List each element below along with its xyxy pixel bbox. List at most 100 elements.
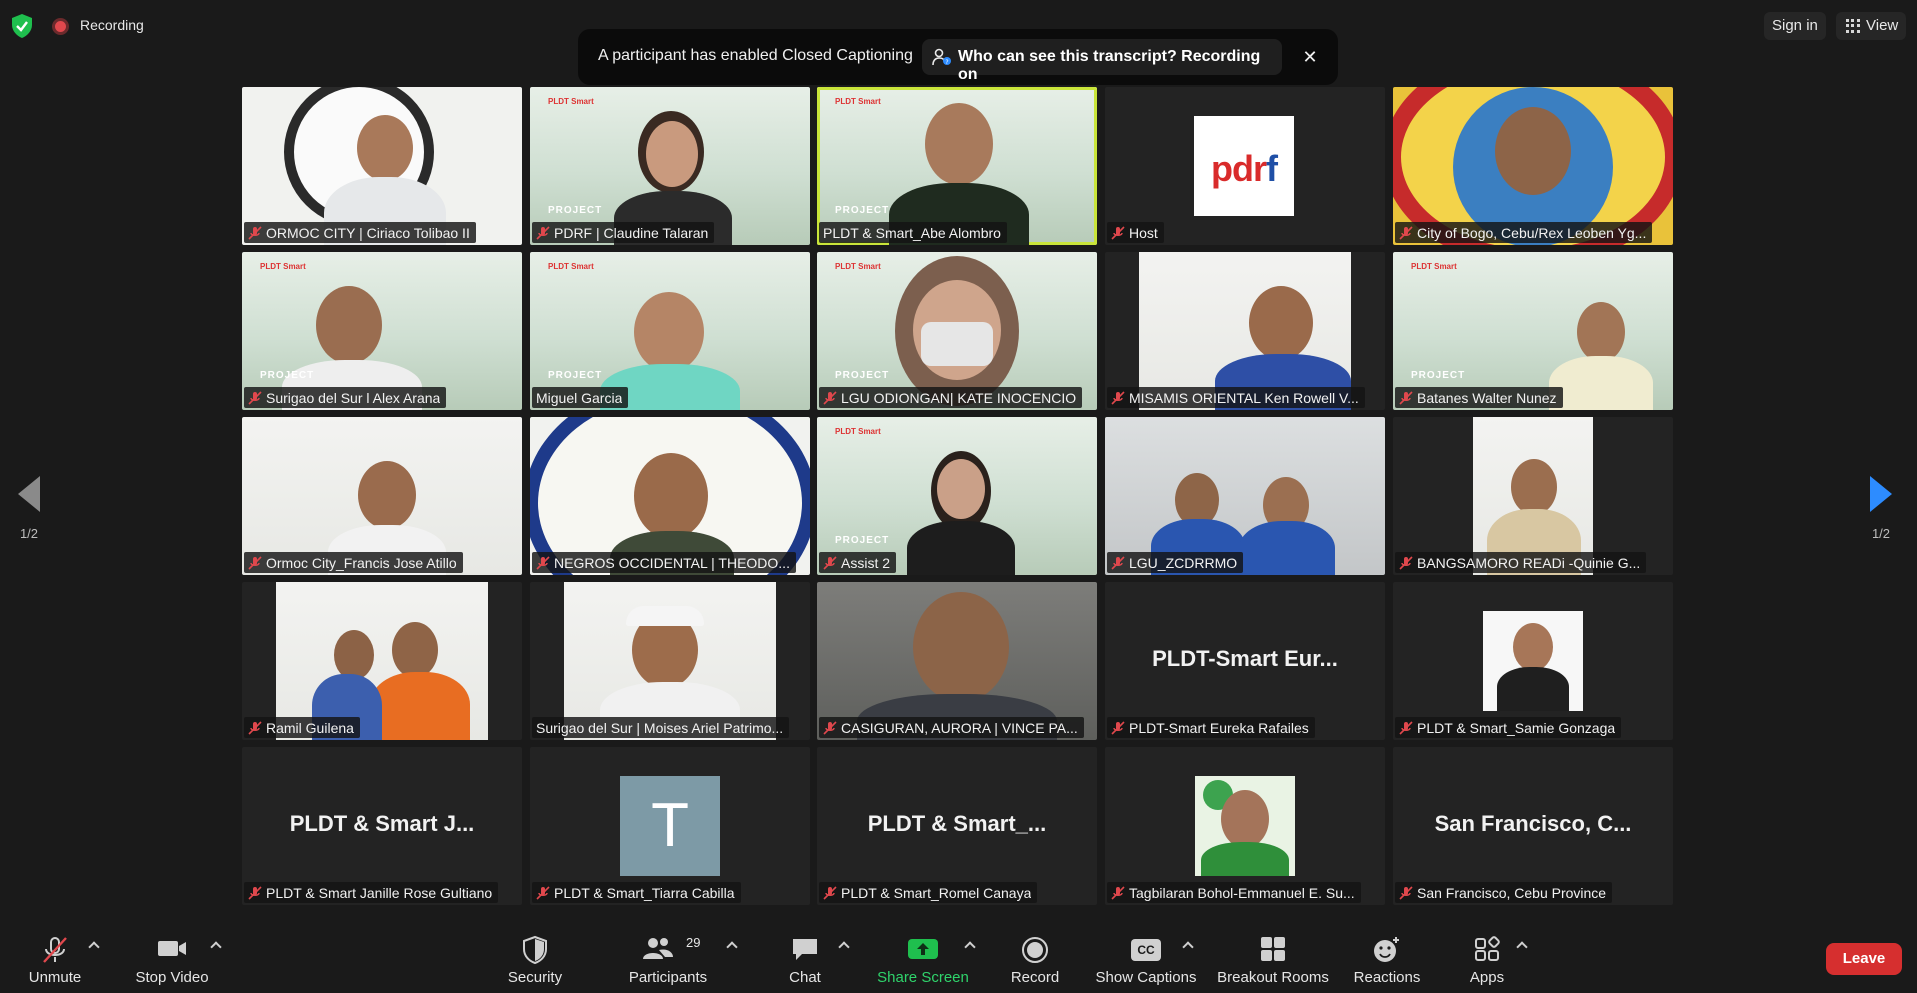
participant-tile[interactable]: ORMOC CITY | Ciriaco Tolibao II xyxy=(242,87,522,245)
muted-microphone-icon xyxy=(248,225,262,240)
participant-tile[interactable]: NEGROS OCCIDENTAL | THEODO... xyxy=(530,417,810,575)
record-icon xyxy=(1022,937,1048,963)
transcript-info-button[interactable]: ? Who can see this transcript? Recording… xyxy=(922,39,1282,83)
muted-microphone-icon xyxy=(536,555,550,570)
active-speaker-tile[interactable]: PLDT Smart PROJECT PLDT & Smart_Abe Alom… xyxy=(817,87,1097,245)
closed-captions-icon: CC xyxy=(1131,939,1161,961)
chat-label: Chat xyxy=(789,969,821,986)
participant-face xyxy=(1495,107,1571,195)
participant-tile[interactable]: PLDT & Smart_... PLDT & Smart_Romel Cana… xyxy=(817,747,1097,905)
participant-body xyxy=(370,672,470,740)
participant-tile[interactable]: Ramil Guilena xyxy=(242,582,522,740)
participant-tile[interactable]: pdrf Host xyxy=(1105,87,1385,245)
participants-icon xyxy=(643,938,673,959)
breakout-rooms-icon xyxy=(1261,937,1285,961)
shield-icon[interactable] xyxy=(10,13,34,39)
close-notification-button[interactable]: ✕ xyxy=(1296,43,1324,71)
leave-button[interactable]: Leave xyxy=(1826,943,1902,975)
profile-picture xyxy=(1195,776,1295,876)
previous-page-button[interactable]: 1/2 xyxy=(0,440,58,550)
sign-in-button[interactable]: Sign in xyxy=(1764,12,1826,40)
participant-name-tag: San Francisco, Cebu Province xyxy=(1395,882,1613,903)
muted-microphone-icon xyxy=(823,555,837,570)
notification-text: A participant has enabled Closed Caption… xyxy=(598,47,913,64)
security-button[interactable]: Security xyxy=(498,925,572,993)
share-screen-label: Share Screen xyxy=(877,969,969,986)
participant-name-tag: Ormoc City_Francis Jose Atillo xyxy=(244,552,463,573)
participant-name: Assist 2 xyxy=(841,554,891,571)
page-indicator-right: 1/2 xyxy=(1871,526,1891,541)
participant-tile[interactable]: PLDT Smart PROJECT PDRF | Claudine Talar… xyxy=(530,87,810,245)
share-options-chevron-icon[interactable] xyxy=(964,939,976,951)
participant-tile[interactable]: PLDT & Smart_Samie Gonzaga xyxy=(1393,582,1673,740)
muted-microphone-icon xyxy=(823,720,837,735)
participant-name-tag: MISAMIS ORIENTAL Ken Rowell V... xyxy=(1107,387,1365,408)
participant-tile[interactable]: PLDT Smart PROJECT Batanes Walter Nunez xyxy=(1393,252,1673,410)
participant-name-tag: PLDT & Smart_Romel Canaya xyxy=(819,882,1038,903)
brand-strip: PLDT Smart xyxy=(835,97,881,106)
participant-tile[interactable]: CASIGURAN, AURORA | VINCE PA... xyxy=(817,582,1097,740)
apps-icon xyxy=(1475,936,1500,961)
participant-tile[interactable]: Surigao del Sur | Moises Ariel Patrimo..… xyxy=(530,582,810,740)
chat-options-chevron-icon[interactable] xyxy=(838,939,850,951)
participant-name: CASIGURAN, AURORA | VINCE PA... xyxy=(841,719,1078,736)
muted-microphone-icon xyxy=(1111,390,1125,405)
participant-face xyxy=(334,630,374,680)
show-captions-label: Show Captions xyxy=(1095,969,1197,986)
unmute-button[interactable]: Unmute xyxy=(16,925,94,993)
stop-video-button[interactable]: Stop Video xyxy=(128,925,216,993)
project-tag: PROJECT xyxy=(260,370,315,381)
participant-tile[interactable]: PLDT-Smart Eur... PLDT-Smart Eureka Rafa… xyxy=(1105,582,1385,740)
apps-options-chevron-icon[interactable] xyxy=(1516,939,1528,951)
record-label: Record xyxy=(1010,969,1060,986)
show-captions-button[interactable]: CC Show Captions xyxy=(1090,925,1202,993)
participant-tile[interactable]: PLDT Smart PROJECT Assist 2 xyxy=(817,417,1097,575)
participant-name: PLDT & Smart_Tiarra Cabilla xyxy=(554,884,735,901)
participant-tile[interactable]: Tagbilaran Bohol-Emmanuel E. Su... xyxy=(1105,747,1385,905)
participants-button[interactable]: 29 Participants xyxy=(620,925,716,993)
apps-button[interactable]: Apps xyxy=(1462,925,1512,993)
participant-tile[interactable]: Ormoc City_Francis Jose Atillo xyxy=(242,417,522,575)
participants-label: Participants xyxy=(628,969,708,986)
chat-button[interactable]: Chat xyxy=(776,925,834,993)
project-tag: PROJECT xyxy=(548,205,603,216)
participant-tile[interactable]: PLDT & Smart J... PLDT & Smart Janille R… xyxy=(242,747,522,905)
participant-tile[interactable]: City of Bogo, Cebu/Rex Leoben Yg... xyxy=(1393,87,1673,245)
participant-name-tag: CASIGURAN, AURORA | VINCE PA... xyxy=(819,717,1084,738)
muted-microphone-icon xyxy=(823,390,837,405)
audio-options-chevron-icon[interactable] xyxy=(88,939,100,951)
breakout-rooms-button[interactable]: Breakout Rooms xyxy=(1212,925,1334,993)
video-options-chevron-icon[interactable] xyxy=(210,939,222,951)
participant-tile[interactable]: PLDT Smart PROJECT Miguel Garcia xyxy=(530,252,810,410)
share-screen-button[interactable]: Share Screen xyxy=(872,925,974,993)
participant-tile[interactable]: PLDT Smart PROJECT Surigao del Sur l Ale… xyxy=(242,252,522,410)
muted-microphone-icon xyxy=(248,720,262,735)
participant-tile[interactable]: LGU_ZCDRRMO xyxy=(1105,417,1385,575)
participant-name-tag: NEGROS OCCIDENTAL | THEODO... xyxy=(532,552,796,573)
record-button[interactable]: Record xyxy=(1004,925,1066,993)
participant-tile[interactable]: San Francisco, C... San Francisco, Cebu … xyxy=(1393,747,1673,905)
reactions-label: Reactions xyxy=(1353,969,1421,986)
captions-options-chevron-icon[interactable] xyxy=(1182,939,1194,951)
participant-name-tag: Batanes Walter Nunez xyxy=(1395,387,1563,408)
participant-tile[interactable]: MISAMIS ORIENTAL Ken Rowell V... xyxy=(1105,252,1385,410)
participants-options-chevron-icon[interactable] xyxy=(726,939,738,951)
microphone-muted-icon xyxy=(43,937,67,963)
participant-name: PLDT & Smart_Abe Alombro xyxy=(823,224,1001,241)
participant-face xyxy=(634,292,704,372)
participant-name-tag: PDRF | Claudine Talaran xyxy=(532,222,715,243)
participant-name-tag: BANGSAMORO READi -Quinie G... xyxy=(1395,552,1647,573)
project-tag: PROJECT xyxy=(1411,370,1466,381)
muted-microphone-icon xyxy=(1111,555,1125,570)
view-button[interactable]: View xyxy=(1836,12,1907,40)
participant-body-2 xyxy=(1239,521,1335,575)
view-label: View xyxy=(1866,17,1899,34)
participant-name-tag: Surigao del Sur | Moises Ariel Patrimo..… xyxy=(532,717,790,738)
participant-tile[interactable]: BANGSAMORO READi -Quinie G... xyxy=(1393,417,1673,575)
next-page-button[interactable]: 1/2 xyxy=(1852,440,1910,550)
participant-name: LGU_ZCDRRMO xyxy=(1129,554,1238,571)
brand-strip: PLDT Smart xyxy=(548,97,594,106)
reactions-button[interactable]: Reactions xyxy=(1350,925,1424,993)
participant-tile[interactable]: PLDT Smart PROJECT LGU ODIONGAN| KATE IN… xyxy=(817,252,1097,410)
participant-tile[interactable]: T PLDT & Smart_Tiarra Cabilla xyxy=(530,747,810,905)
